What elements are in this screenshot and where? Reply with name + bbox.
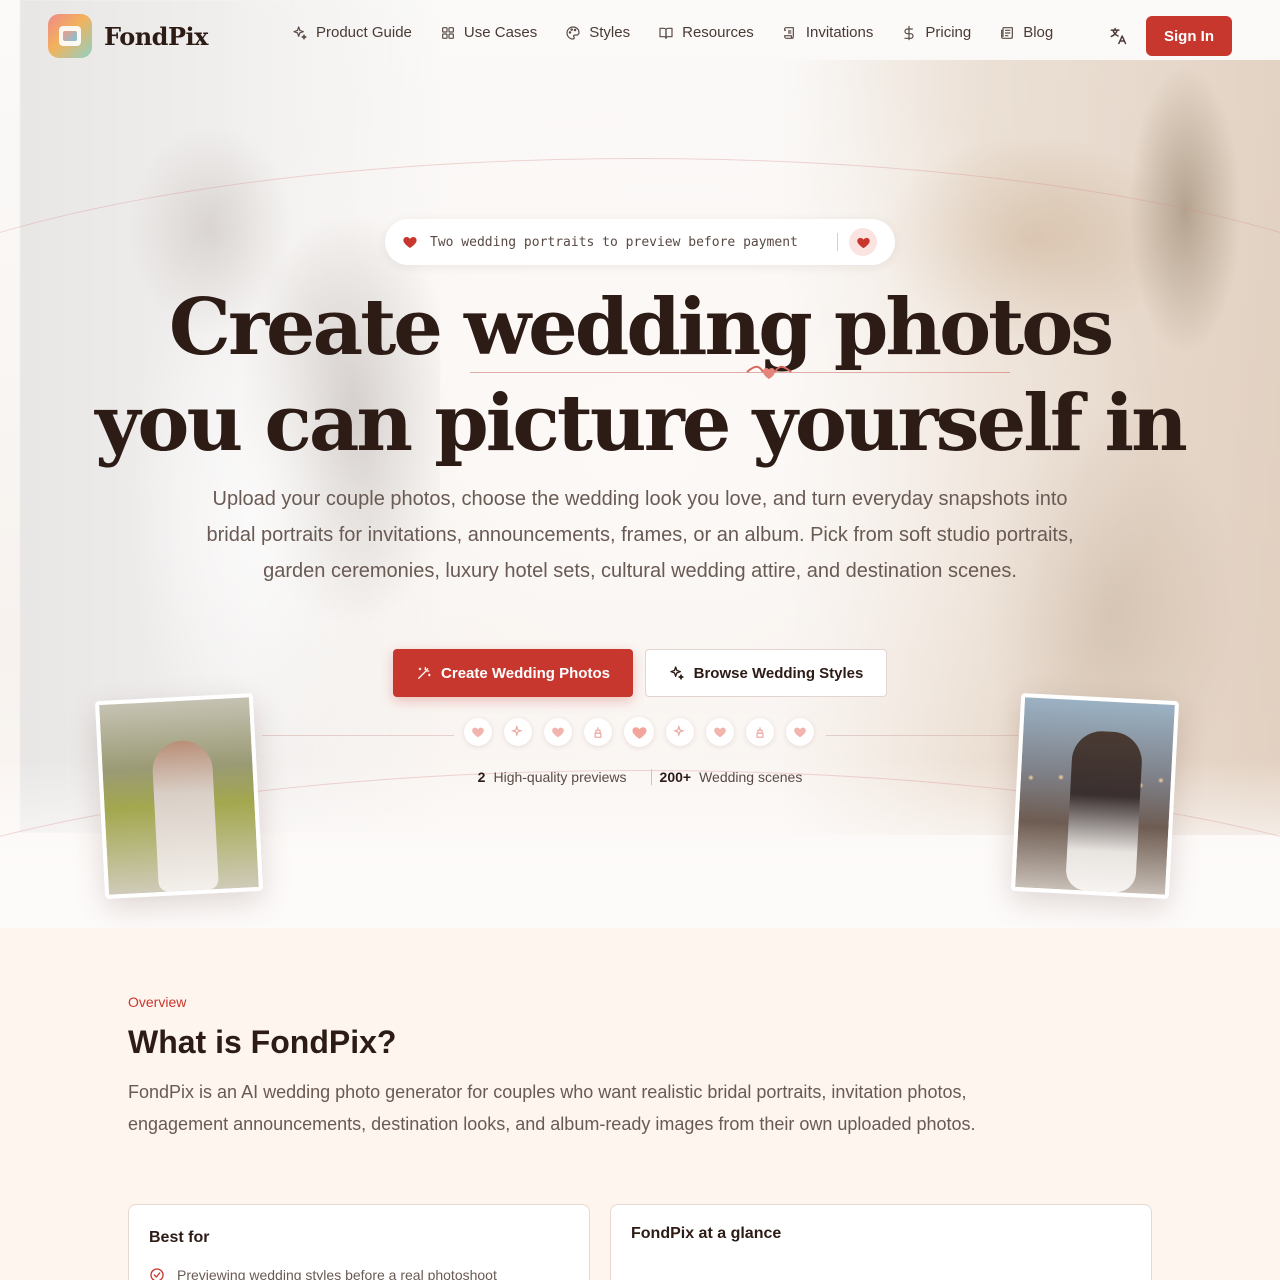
heart-icon: [624, 717, 654, 747]
pill-divider: [837, 233, 838, 251]
vineyard-couple-thumbnail: [94, 693, 264, 899]
wedding-icon-row: [464, 717, 814, 747]
cake-icon: [746, 718, 774, 746]
sign-in-button[interactable]: Sign In: [1146, 16, 1232, 56]
stat-value: 200+: [659, 769, 692, 785]
overview-section: Overview What is FondPix? FondPix is an …: [0, 928, 1280, 1280]
nav-item-blog[interactable]: Blog: [999, 24, 1053, 41]
brand-name: FondPix: [104, 21, 208, 51]
headline-line-2: you can picture yourself in: [95, 378, 1188, 469]
top-navigation: FondPix Product Guide Use Cases Styles R…: [0, 0, 1280, 72]
stat-divider: [650, 769, 652, 785]
nav-item-resources[interactable]: Resources: [658, 24, 754, 41]
icon-row-line-left: [262, 735, 454, 736]
heart-icon: [706, 718, 734, 746]
icon-row-line-right: [826, 735, 1018, 736]
nav-item-label: Invitations: [805, 24, 874, 41]
preview-info-pill: Two wedding portraits to preview before …: [385, 219, 895, 265]
nav-item-pricing[interactable]: Pricing: [901, 24, 971, 41]
sparkles-icon: [292, 25, 308, 41]
nav-item-use-cases[interactable]: Use Cases: [440, 24, 537, 41]
nav-item-label: Product Guide: [316, 24, 412, 41]
hero-headline: Create wedding photos you can picture yo…: [0, 280, 1280, 472]
palette-icon: [565, 25, 581, 41]
nav-item-label: Styles: [589, 24, 631, 41]
grid-icon: [440, 25, 456, 41]
list-item: Previewing wedding styles before a real …: [149, 1267, 497, 1280]
nav-item-styles[interactable]: Styles: [565, 24, 630, 41]
at-a-glance-title: FondPix at a glance: [631, 1225, 782, 1242]
overview-title: What is FondPix?: [128, 1024, 397, 1060]
pill-text: Two wedding portraits to preview before …: [430, 234, 798, 250]
heart-badge-icon: [849, 228, 877, 256]
brand-logo[interactable]: FondPix: [48, 14, 208, 58]
logo-icon: [48, 14, 92, 58]
underline-heart-icon: [746, 365, 792, 379]
stat-value: 2: [477, 769, 486, 785]
stat-previews: 2 High-quality previews: [478, 769, 627, 785]
cake-icon: [584, 718, 612, 746]
nav-item-product-guide[interactable]: Product Guide: [292, 24, 412, 41]
nav-links: Product Guide Use Cases Styles Resources…: [292, 24, 1053, 41]
magic-wand-icon: [418, 667, 431, 679]
at-a-glance-card: FondPix at a glance: [610, 1204, 1152, 1280]
nav-item-invitations[interactable]: Invitations: [782, 24, 874, 41]
headline-underline: [470, 372, 1010, 373]
list-item-label: Previewing wedding styles before a real …: [177, 1267, 497, 1280]
check-circle-icon: [150, 1268, 164, 1280]
translate-icon[interactable]: [1108, 26, 1128, 46]
city-night-couple-thumbnail: [1010, 693, 1180, 899]
sparkles-icon: [666, 718, 694, 746]
sparkles-icon: [504, 718, 532, 746]
scroll-icon: [782, 25, 798, 41]
nav-item-label: Pricing: [925, 24, 972, 41]
stat-label: Wedding scenes: [699, 769, 803, 785]
nav-item-label: Resources: [682, 24, 754, 41]
browse-wedding-styles-label: Browse Wedding Styles: [693, 664, 864, 682]
heart-icon: [786, 718, 814, 746]
best-for-card: Best for Previewing wedding styles befor…: [128, 1204, 590, 1280]
nav-item-label: Use Cases: [463, 24, 538, 41]
stat-scenes: 200+ Wedding scenes: [660, 769, 803, 785]
best-for-title: Best for: [149, 1229, 210, 1246]
create-wedding-photos-button[interactable]: Create Wedding Photos: [393, 649, 633, 697]
dollar-icon: [901, 25, 917, 41]
overview-eyebrow: Overview: [128, 994, 187, 1010]
stat-label: High-quality previews: [493, 769, 627, 785]
browse-wedding-styles-button[interactable]: Browse Wedding Styles: [645, 649, 887, 697]
newspaper-icon: [999, 25, 1015, 41]
hero-subtext: Upload your couple photos, choose the we…: [206, 488, 1074, 582]
book-open-icon: [658, 25, 674, 41]
overview-text: FondPix is an AI wedding photo generator…: [128, 1082, 976, 1134]
heart-icon: [403, 237, 417, 248]
heart-icon: [464, 718, 492, 746]
nav-item-label: Blog: [1023, 24, 1054, 41]
heart-icon: [544, 718, 572, 746]
sparkles-icon: [669, 666, 684, 680]
create-wedding-photos-label: Create Wedding Photos: [441, 664, 610, 682]
headline-line-1: Create wedding photos: [168, 282, 1114, 373]
hero-section: Two wedding portraits to preview before …: [0, 0, 1280, 928]
